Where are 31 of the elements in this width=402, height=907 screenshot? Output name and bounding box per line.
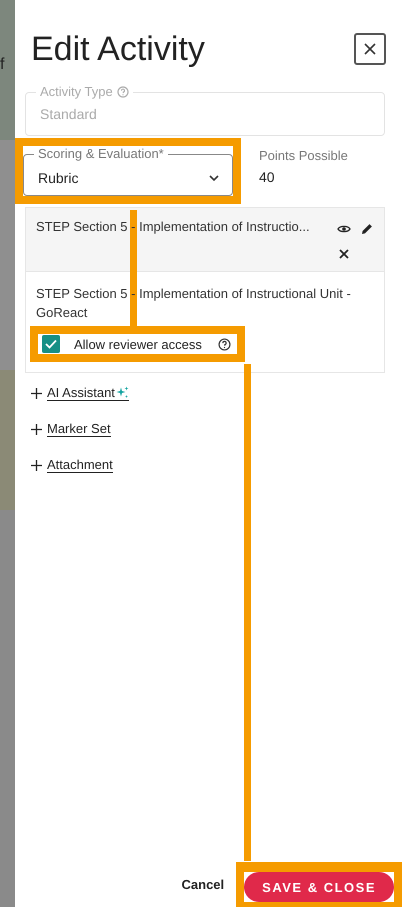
add-link[interactable]: Marker Set: [47, 421, 111, 437]
close-button[interactable]: [354, 33, 386, 65]
rubric-description: STEP Section 5 - Implementation of Instructional Unit - GoReact: [36, 285, 352, 322]
pencil-icon[interactable]: [361, 223, 373, 235]
help-icon: [116, 86, 129, 98]
plus-icon: [31, 460, 42, 470]
plus-icon: [31, 424, 42, 434]
add-link[interactable]: Attachment: [47, 457, 113, 473]
field-value: Rubric: [38, 170, 78, 186]
points-label: Points Possible: [259, 148, 348, 163]
points-value: 40: [259, 169, 276, 185]
backdrop-text: f: [0, 56, 4, 74]
reviewer-access-checkbox[interactable]: [42, 335, 60, 353]
close-icon: [363, 42, 377, 56]
help-icon: [218, 338, 231, 350]
sparkle-icon: [114, 386, 129, 399]
cancel-button[interactable]: Cancel: [176, 876, 230, 893]
checkbox-label: Allow reviewer access: [74, 336, 202, 352]
plus-icon: [31, 388, 42, 398]
field-value: Standard: [40, 106, 97, 122]
dialog-title: Edit Activity: [31, 30, 205, 68]
save-close-button[interactable]: SAVE & CLOSE: [244, 872, 394, 902]
checkmark-icon: [45, 339, 57, 349]
chevron-down-icon: [209, 174, 219, 182]
field-label: Activity Type: [36, 84, 133, 100]
add-link[interactable]: AI Assistant: [47, 385, 129, 401]
field-label: Scoring & Evaluation*: [34, 146, 168, 162]
eye-icon[interactable]: [337, 224, 351, 234]
close-icon[interactable]: [339, 249, 349, 259]
scoring-select[interactable]: Scoring & Evaluation* Rubric: [23, 146, 233, 196]
rubric-title: STEP Section 5 - Implementation of Instructio...: [36, 219, 310, 236]
